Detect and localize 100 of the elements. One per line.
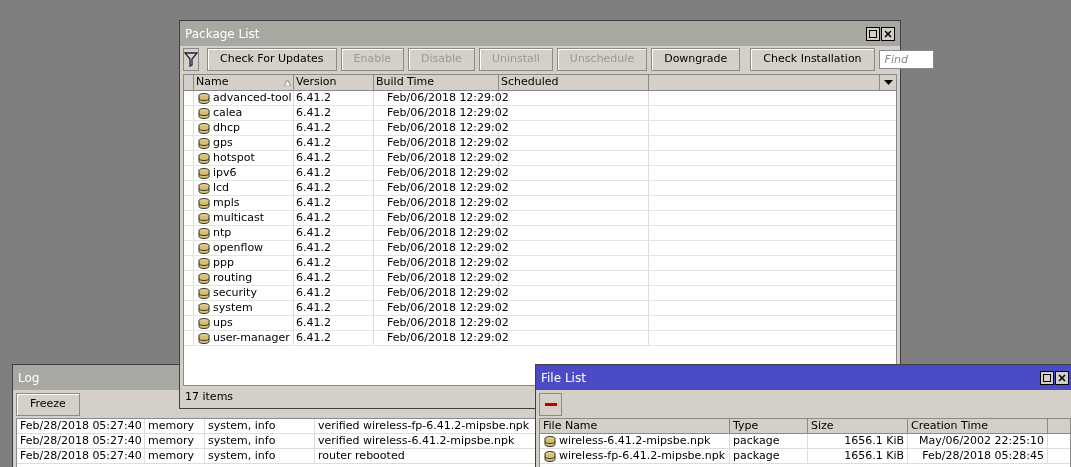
table-cell-text: 6.41.2: [296, 164, 331, 181]
table-cell-text: Feb/28/2018 05:27:40: [20, 447, 142, 464]
table-cell-text: 6.41.2: [296, 329, 331, 346]
package-icon: [198, 227, 210, 239]
package-name: mpls: [213, 196, 240, 210]
package-icon: [198, 212, 210, 224]
remove-button[interactable]: [539, 392, 562, 416]
package-icon: [198, 182, 210, 194]
package-icon: [544, 435, 556, 447]
package-name: routing: [213, 271, 253, 285]
column-header[interactable]: Name: [194, 75, 294, 90]
column-header[interactable]: Size: [808, 419, 908, 433]
package-name: ppp: [213, 256, 234, 270]
table-cell-text: router rebooted: [318, 447, 405, 464]
table-cell-text: Feb/06/2018 12:29:02: [387, 284, 509, 301]
package-icon: [198, 257, 210, 269]
package-icon: [198, 332, 210, 344]
package-icon: [198, 317, 210, 329]
column-header[interactable]: Type: [730, 419, 808, 433]
column-header[interactable]: Version: [294, 75, 374, 90]
table-cell-text: 6.41.2: [296, 299, 331, 316]
column-header[interactable]: Creation Time: [908, 419, 1048, 433]
table-cell-text: 6.41.2: [296, 239, 331, 256]
file-row[interactable]: wireless-fp-6.41.2-mipsbe.npk package 1656.1 KiB Feb/28/2018 05:28:45: [540, 449, 1070, 464]
package-icon: [198, 107, 210, 119]
file-row[interactable]: wireless-6.41.2-mipsbe.npk package 1656.1 KiB May/06/2002 22:25:10: [540, 434, 1070, 449]
close-button[interactable]: [1055, 370, 1069, 385]
package-icon: [544, 450, 556, 462]
sort-arrow-icon: [284, 79, 291, 86]
table-cell-text: Feb/06/2018 12:29:02: [387, 254, 509, 271]
table-cell-text: Feb/06/2018 12:29:02: [387, 89, 509, 106]
package-icon: [198, 137, 210, 149]
table-cell-text: May/06/2002 22:25:10: [918, 432, 1044, 449]
table-cell-text: Feb/06/2018 12:29:02: [387, 329, 509, 346]
package-icon: [198, 242, 210, 254]
package-icon: [198, 167, 210, 179]
table-cell-text: 6.41.2: [296, 134, 331, 151]
package-name: security: [213, 286, 257, 300]
package-name: openflow: [213, 241, 264, 255]
table-cell-text: 6.41.2: [296, 224, 331, 241]
package-name: lcd: [213, 181, 230, 195]
status-text: 17 items: [185, 388, 234, 405]
table-cell-text: Feb/06/2018 12:29:02: [387, 104, 509, 121]
maximize-button[interactable]: [1040, 370, 1054, 385]
table-cell-text: Feb/06/2018 12:29:02: [387, 314, 509, 331]
table-cell-text: Feb/06/2018 12:29:02: [387, 179, 509, 196]
table-cell-text: verified wireless-fp-6.41.2-mipsbe.npk: [318, 417, 530, 434]
table-cell-text: memory: [148, 432, 194, 449]
package-name: calea: [213, 106, 243, 120]
table-cell-text: Feb/28/2018 05:28:45: [922, 447, 1044, 464]
table-cell-text: Feb/06/2018 12:29:02: [387, 299, 509, 316]
table-cell-text: Feb/06/2018 12:29:02: [387, 269, 509, 286]
table-cell-text: Feb/06/2018 12:29:02: [387, 119, 509, 136]
package-name: multicast: [213, 211, 264, 225]
table-cell-text: system, info: [208, 432, 276, 449]
filter-button[interactable]: [183, 47, 199, 71]
package-icon: [198, 302, 210, 314]
table-cell-text: 1656.1 KiB: [844, 432, 904, 449]
package-icon: [198, 92, 210, 104]
table-cell-text: 6.41.2: [296, 209, 331, 226]
window-title: File List: [541, 369, 586, 387]
file-name: wireless-fp-6.41.2-mipsbe.npk: [559, 447, 726, 464]
table-cell-text: 6.41.2: [296, 179, 331, 196]
table-cell-text: Feb/06/2018 12:29:02: [387, 164, 509, 181]
maximize-button[interactable]: [866, 26, 880, 41]
package-name: system: [213, 301, 253, 315]
toolbar-button[interactable]: Downgrade: [651, 47, 741, 71]
column-header[interactable]: Build Time: [374, 75, 499, 90]
package-name: advanced-tool: [213, 91, 292, 105]
table-cell-text: system, info: [208, 447, 276, 464]
table-cell-text: Feb/06/2018 12:29:02: [387, 194, 509, 211]
toolbar-button[interactable]: Freeze: [16, 392, 80, 416]
table-cell-text: package: [733, 432, 780, 449]
table-cell-text: 6.41.2: [296, 119, 331, 136]
window-title: Log: [18, 369, 40, 387]
package-icon: [198, 272, 210, 284]
table-cell-text: memory: [148, 417, 194, 434]
table-cell-text: 6.41.2: [296, 104, 331, 121]
file-name: wireless-6.41.2-mipsbe.npk: [559, 432, 711, 449]
package-name: gps: [213, 136, 233, 150]
find-field[interactable]: Find: [878, 49, 934, 69]
column-header[interactable]: Scheduled: [499, 75, 649, 90]
table-cell-text: package: [733, 447, 780, 464]
package-icon: [198, 287, 210, 299]
package-name: ipv6: [213, 166, 237, 180]
package-icon: [198, 122, 210, 134]
package-icon: [198, 152, 210, 164]
close-button[interactable]: [881, 26, 895, 41]
package-name: dhcp: [213, 121, 240, 135]
table-cell-text: Feb/28/2018 05:27:40: [20, 417, 142, 434]
table-cell-text: system, info: [208, 417, 276, 434]
table-cell-text: 6.41.2: [296, 254, 331, 271]
toolbar-button[interactable]: Check Installation: [750, 47, 875, 71]
column-header[interactable]: File Name: [540, 419, 730, 433]
toolbar-button[interactable]: Check For Updates: [207, 47, 337, 71]
table-cell-text: 6.41.2: [296, 284, 331, 301]
package-icon: [198, 197, 210, 209]
package-name: ntp: [213, 226, 232, 240]
window-title: Package List: [185, 25, 260, 43]
table-cell-text: 6.41.2: [296, 314, 331, 331]
